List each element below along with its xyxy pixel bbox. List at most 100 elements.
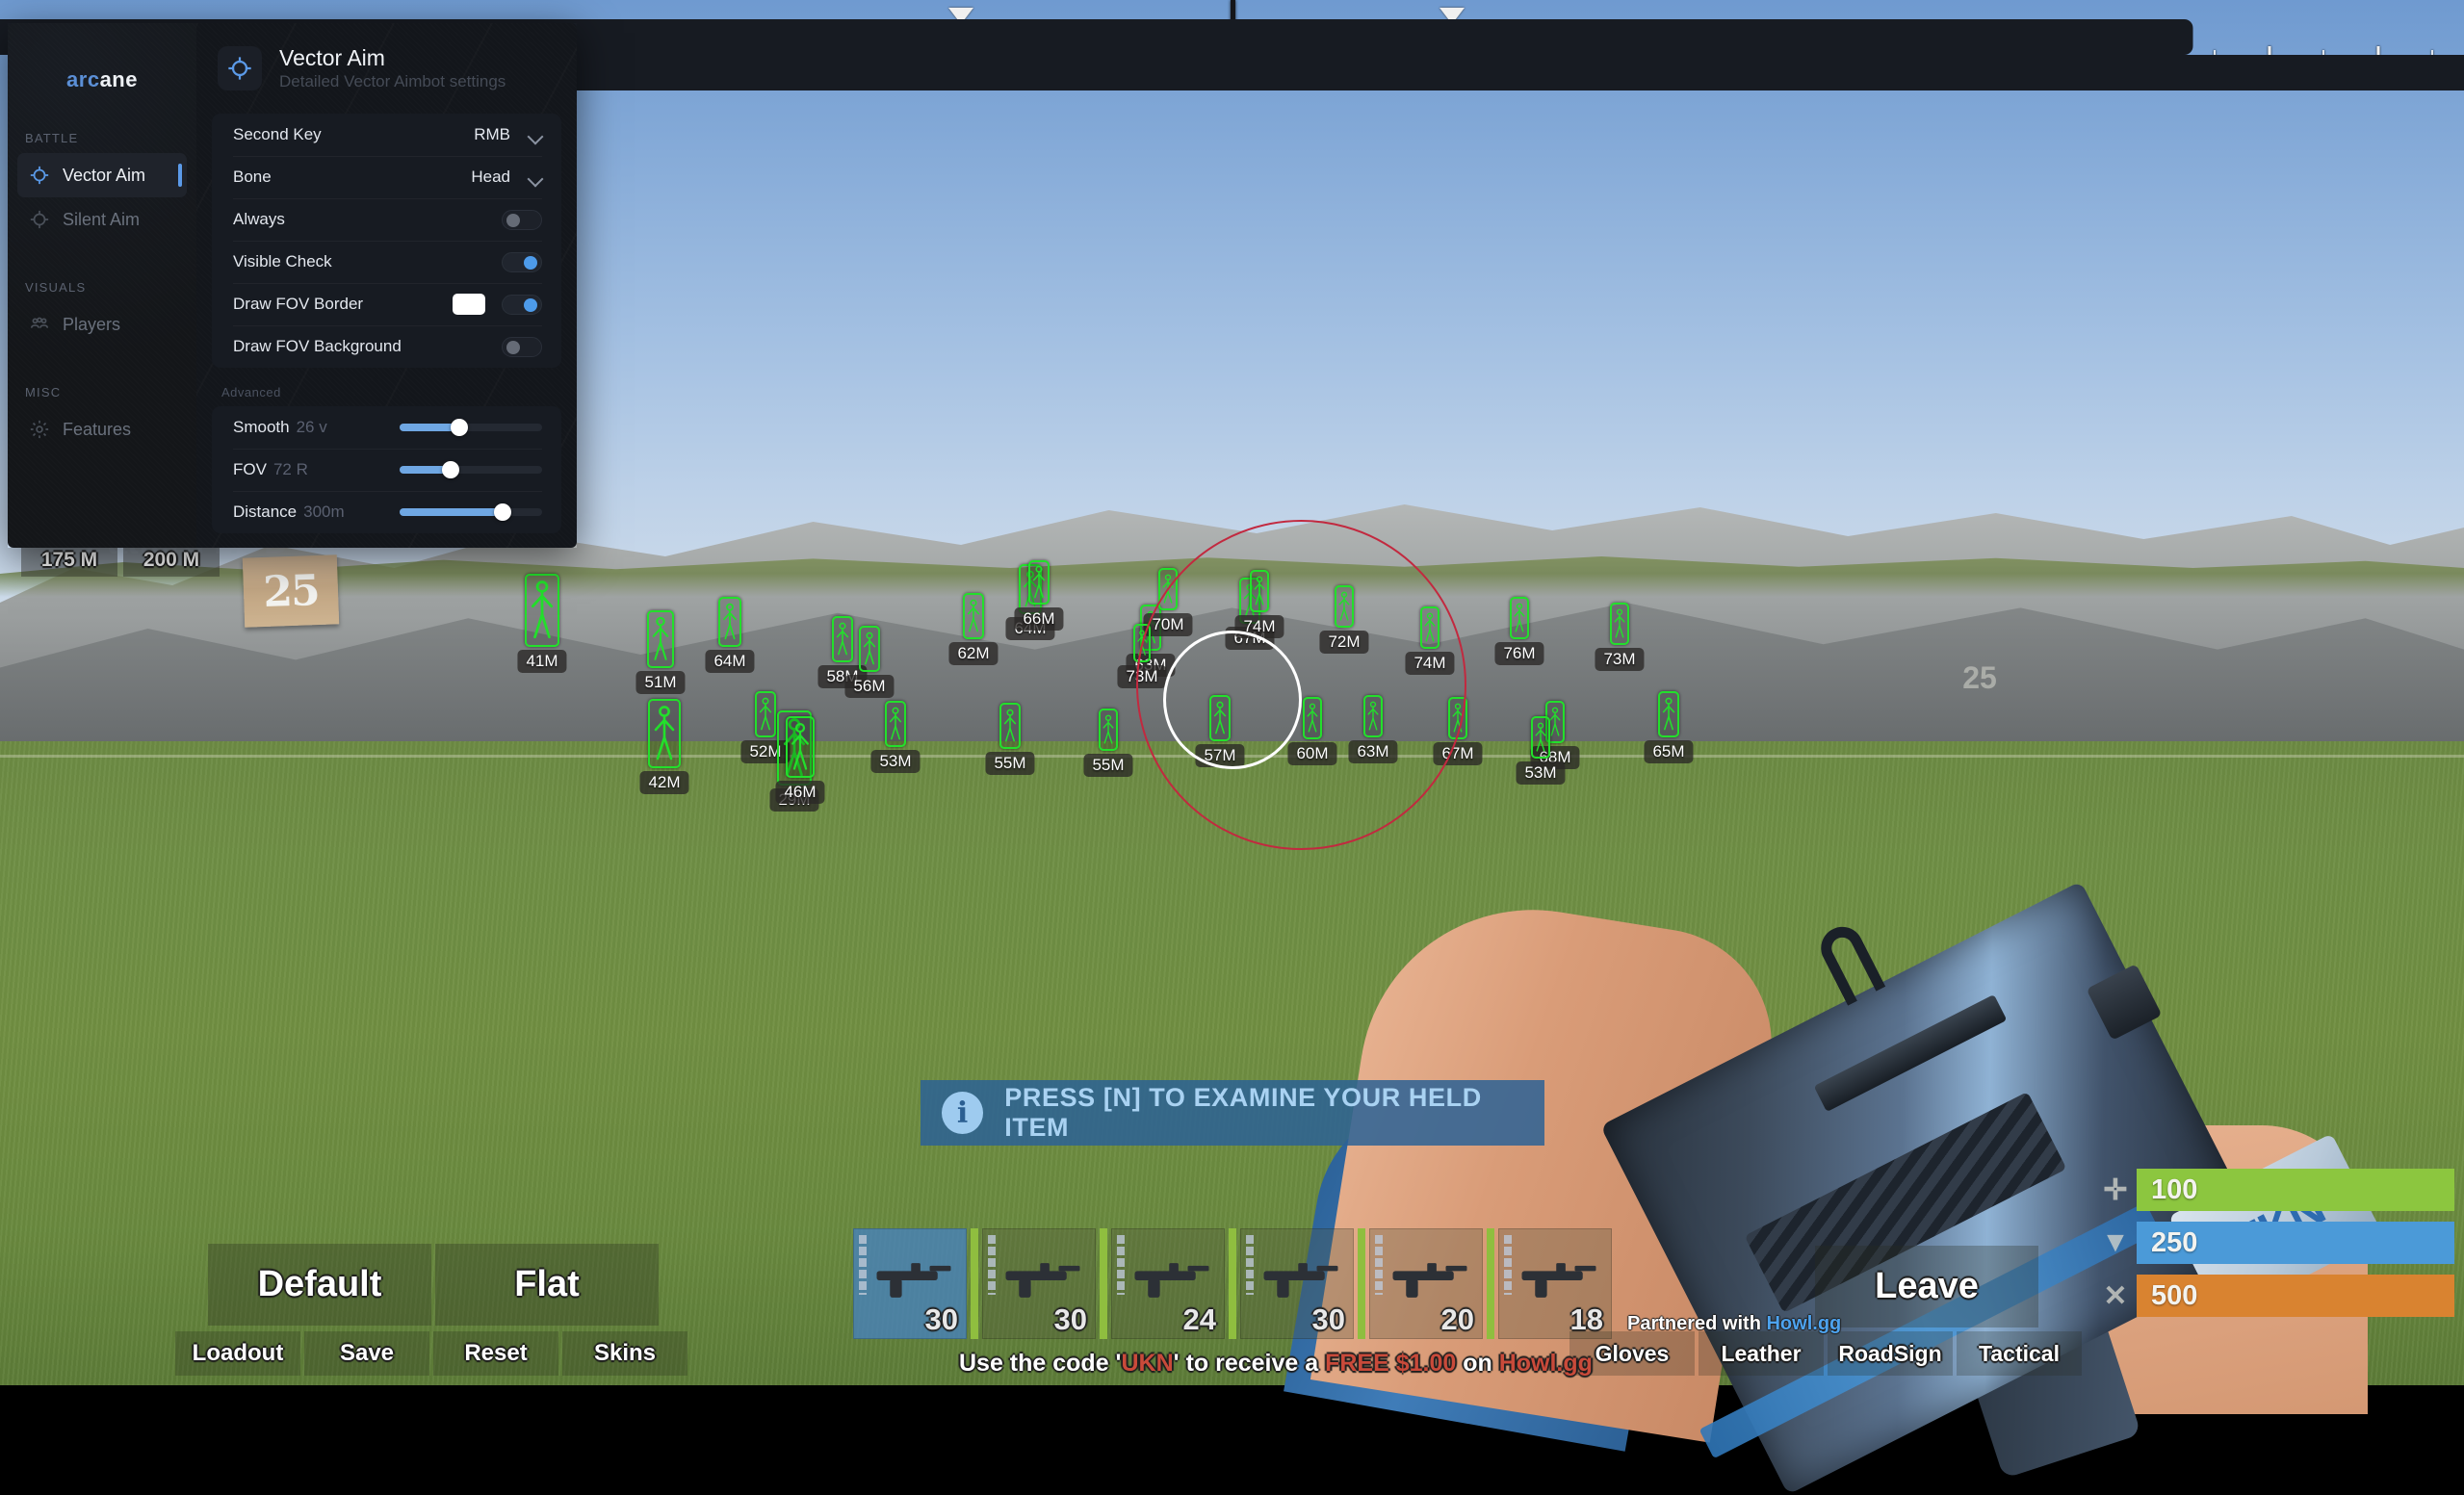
slider-knob[interactable] [451,419,468,436]
loadout-action-buttons[interactable]: LoadoutSaveResetSkins [175,1331,687,1376]
status-bar-row: ✕500 [2094,1275,2454,1317]
toggle-knob [506,341,520,354]
slider-label: Distance300m [233,503,369,522]
armor-button-tactical[interactable]: Tactical [1957,1331,2082,1376]
setting-select-second-key[interactable]: RMB [474,125,542,144]
hotbar-slot[interactable]: 20 [1369,1228,1483,1339]
compass-label: NW [251,55,2464,90]
leave-button[interactable]: Leave [1815,1246,2038,1327]
status-bar-row: ✛100 [2094,1169,2454,1211]
setting-row-draw-fov-background[interactable]: Draw FOV Background [212,325,561,368]
esp-distance-label: 55M [985,752,1034,775]
setting-row-draw-fov-border[interactable]: Draw FOV Border [212,283,561,325]
sidebar-item-players[interactable]: Players [17,302,187,347]
toggle-draw-fov-border[interactable] [502,295,542,315]
hotbar-slot[interactable]: 18 [1498,1228,1612,1339]
loadout-action-skins[interactable]: Skins [562,1331,687,1376]
cheat-menu-sidebar[interactable]: arcane BATTLEVector AimSilent AimVISUALS… [8,23,196,548]
esp-distance-label: 64M [705,650,754,673]
toggle-always[interactable] [502,210,542,230]
slider-knob[interactable] [442,461,459,478]
esp-box [1028,560,1050,605]
loadout-action-save[interactable]: Save [304,1331,429,1376]
armor-button-roadsign[interactable]: RoadSign [1828,1331,1953,1376]
slider-row-smooth[interactable]: Smooth26 v [212,406,561,449]
sidebar-nav[interactable]: BATTLEVector AimSilent AimVISUALSPlayers… [8,131,196,451]
setting-row-always[interactable]: Always [212,198,561,241]
slider-label: Smooth26 v [233,418,369,437]
cheat-menu[interactable]: arcane BATTLEVector AimSilent AimVISUALS… [8,23,577,548]
slider-distance[interactable] [400,508,542,516]
hotbar-separator [1229,1228,1236,1339]
hotbar-ammo-count: 30 [1054,1302,1087,1337]
armor-buttons[interactable]: GlovesLeatherRoadSignTactical [1569,1331,2082,1376]
setting-label: Bone [233,168,471,187]
promo-text: Use the code 'UKN' to receive a FREE $1.… [959,1350,1593,1378]
sidebar-item-features[interactable]: Features [17,407,187,451]
toggle-knob [506,214,520,227]
status-bars: ✛100▼250✕500 [2094,1169,2454,1327]
esp-distance-label: 76M [1494,642,1543,665]
esp-target: 55M [1099,709,1118,751]
toggle-visible-check[interactable] [502,252,542,272]
panel-subtitle: Detailed Vector Aimbot settings [279,71,506,92]
distance-button[interactable]: 200 M [123,544,220,577]
armor-button-leather[interactable]: Leather [1699,1331,1824,1376]
hotbar-slot[interactable]: 24 [1111,1228,1225,1339]
sidebar-section-label: BATTLE [25,131,196,145]
esp-distance-label: 66M [1014,607,1063,631]
esp-target: 42M [648,699,681,768]
slider-fill [400,508,503,516]
crosshair-icon [29,209,50,230]
advanced-sliders-card[interactable]: Smooth26 v FOV72 R Distance300m [212,406,561,533]
item-condition-bar [1375,1235,1383,1295]
loadout-preset-default[interactable]: Default [208,1244,431,1326]
distance-button[interactable]: 175 M [21,544,117,577]
loadout-preset-buttons[interactable]: DefaultFlat [208,1244,659,1326]
setting-label: Draw FOV Background [233,337,502,356]
gear-icon [29,419,50,440]
item-condition-bar [859,1235,867,1295]
slider-row-fov[interactable]: FOV72 R [212,449,561,491]
brand-logo: arcane [8,23,196,92]
esp-target: 56M [859,626,880,672]
loadout-action-loadout[interactable]: Loadout [175,1331,300,1376]
setting-row-bone[interactable]: BoneHead [212,156,561,198]
status-bar-value: 500 [2137,1275,2454,1317]
esp-box [786,716,815,778]
sidebar-item-vector-aim[interactable]: Vector Aim [17,153,187,197]
promo-offer: FREE $1.00 [1325,1350,1456,1377]
esp-distance-label: 73M [1595,648,1644,671]
hotbar[interactable]: 303024302018 [853,1228,1612,1339]
setting-row-visible-check[interactable]: Visible Check [212,241,561,283]
hotbar-slot[interactable]: 30 [1240,1228,1354,1339]
range-sign-faded: 25 [1945,655,2014,701]
hotbar-slot[interactable]: 30 [853,1228,967,1339]
cheat-menu-panel[interactable]: Vector Aim Detailed Vector Aimbot settin… [196,23,577,548]
toggle-draw-fov-background[interactable] [502,337,542,357]
hotbar-separator [1487,1228,1494,1339]
settings-card[interactable]: Second KeyRMBBoneHeadAlwaysVisible Check… [212,114,561,368]
slider-fov[interactable] [400,466,542,474]
esp-distance-label: 55M [1083,754,1132,777]
slider-row-distance[interactable]: Distance300m [212,491,561,533]
esp-distance-label: 62M [948,642,998,665]
setting-select-bone[interactable]: Head [471,168,542,187]
hotbar-slot[interactable]: 30 [982,1228,1096,1339]
esp-distance-label: 56M [844,675,894,698]
slider-knob[interactable] [494,503,511,521]
loadout-action-reset[interactable]: Reset [433,1331,558,1376]
advanced-section-label: Advanced [221,385,577,400]
sidebar-item-silent-aim[interactable]: Silent Aim [17,197,187,242]
hotbar-ammo-count: 30 [925,1302,958,1337]
esp-target: 53M [885,701,906,747]
esp-distance-label: 41M [517,650,566,673]
slider-smooth[interactable] [400,424,542,431]
players-icon [29,314,50,335]
color-swatch[interactable] [453,294,485,315]
esp-target: 76M [1510,597,1529,639]
setting-row-second-key[interactable]: Second KeyRMB [212,114,561,156]
sidebar-item-label: Silent Aim [63,210,140,230]
esp-distance-label: 42M [639,771,688,794]
loadout-preset-flat[interactable]: Flat [435,1244,659,1326]
